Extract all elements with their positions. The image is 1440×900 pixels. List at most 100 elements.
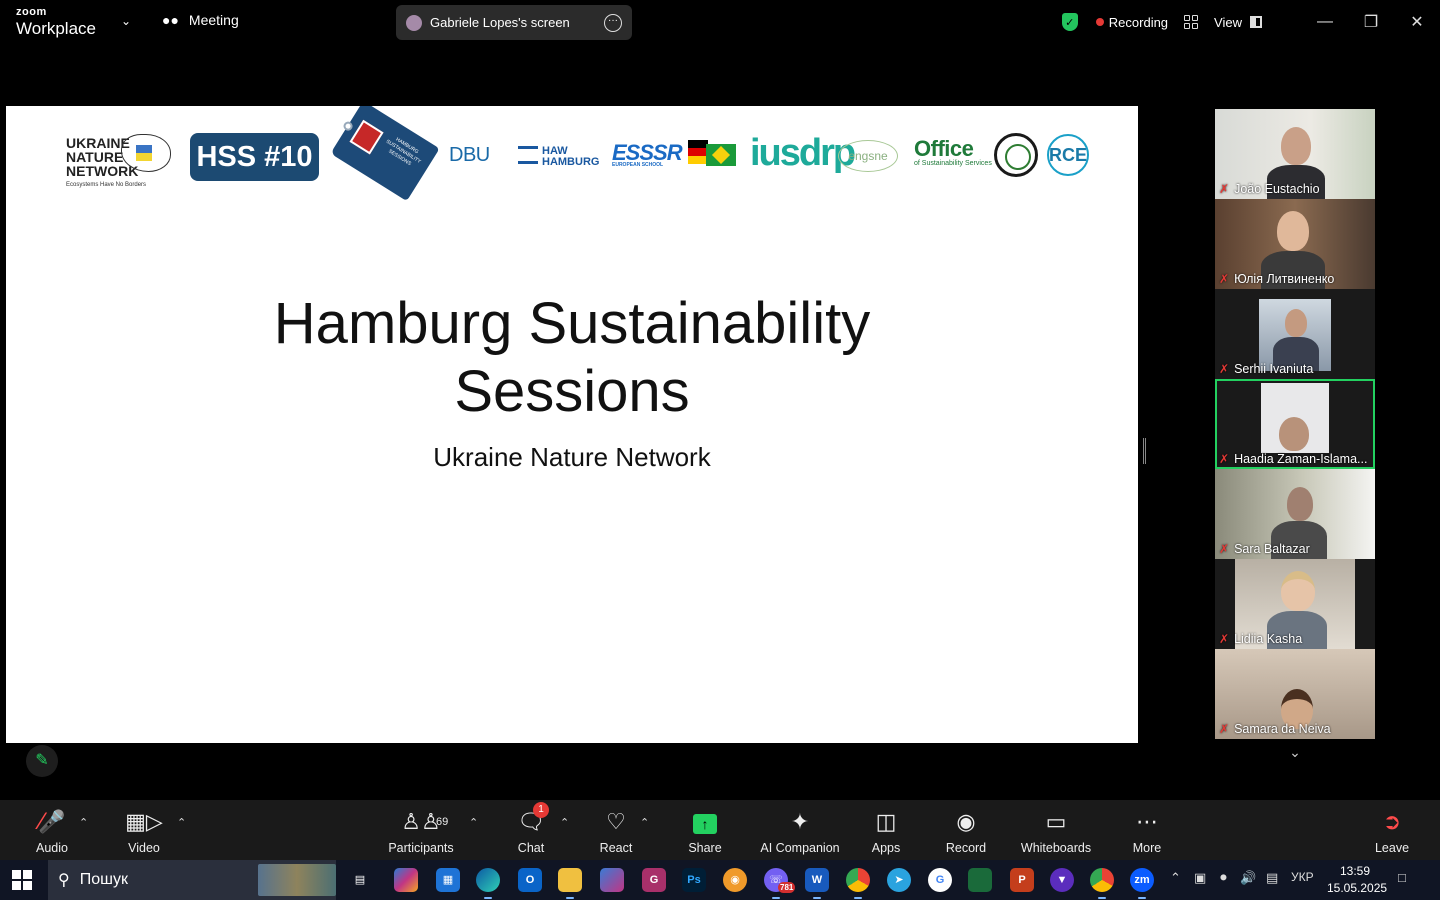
task-view-icon[interactable]: ▤ <box>348 868 372 892</box>
participant-name-label: Samara da Neiva <box>1234 722 1331 736</box>
powerpoint-icon[interactable]: P <box>1010 868 1034 892</box>
gallery-grid-icon[interactable] <box>1184 15 1199 29</box>
react-options-chevron-icon[interactable]: ⌃ <box>640 816 649 829</box>
rce-logo: RCE <box>1047 134 1089 176</box>
record-button[interactable]: ◉ Record <box>944 808 988 855</box>
participant-name: ✗ Serhii Ivaniuta <box>1219 362 1313 376</box>
microsoft-store-icon[interactable]: ▦ <box>436 868 460 892</box>
m365-icon[interactable] <box>600 868 624 892</box>
ai-companion-button[interactable]: ✦ AI Companion <box>760 808 840 855</box>
tag-text: HAMBURG SUSTAINABILITY SESSIONS <box>384 136 422 168</box>
mic-muted-icon: ✗ <box>1219 182 1230 196</box>
leave-button[interactable]: ➲ Leave <box>1374 808 1410 855</box>
share-label: Share <box>688 841 722 855</box>
person-head <box>1281 571 1315 611</box>
edge-browser-icon[interactable] <box>476 868 500 899</box>
view-layout-icon[interactable] <box>1250 16 1262 28</box>
participant-name: ✗ Haadia Zaman-Islama... <box>1219 452 1367 466</box>
search-highlight-image <box>258 864 336 896</box>
participants-options-chevron-icon[interactable]: ⌃ <box>469 816 478 829</box>
engsne-logo: engsne <box>838 140 898 172</box>
react-button[interactable]: ♡ React <box>598 808 634 855</box>
chrome-profile-icon[interactable] <box>1090 868 1114 899</box>
participant-name-label: Serhii Ivaniuta <box>1234 362 1314 376</box>
minimize-icon[interactable]: — <box>1302 13 1348 31</box>
copilot-icon[interactable] <box>394 868 418 892</box>
participant-name: ✗ Samara da Neiva <box>1219 722 1331 736</box>
annotate-pencil-icon[interactable]: ✎ <box>26 745 58 777</box>
record-icon: ◉ <box>956 809 976 834</box>
panel-splitter-handle[interactable] <box>1143 438 1146 464</box>
language-indicator[interactable]: УКР <box>1291 870 1314 884</box>
network-icon[interactable]: ▤ <box>1266 870 1278 886</box>
windows-start-icon[interactable] <box>12 870 32 890</box>
brand-small: zoom <box>16 6 47 18</box>
german-brazilian-flags-logo <box>688 140 736 170</box>
more-icon[interactable]: ··· <box>604 13 622 32</box>
participant-tile[interactable]: ✗ Юлія Литвиненко <box>1215 199 1375 289</box>
notifications-icon[interactable]: □ <box>1398 870 1406 885</box>
outlook-icon[interactable]: O <box>518 868 542 892</box>
share-button[interactable]: ↑ Share <box>687 808 723 855</box>
word-icon[interactable]: W <box>805 868 829 899</box>
tray-mic-icon[interactable]: ⚫ <box>1218 870 1229 886</box>
recording-label[interactable]: Recording <box>1109 15 1168 30</box>
tab-meeting[interactable]: ●● Meeting <box>162 12 239 28</box>
view-button[interactable]: View <box>1214 15 1242 30</box>
chrome-icon[interactable] <box>846 868 870 899</box>
close-icon[interactable]: ✕ <box>1394 12 1440 32</box>
haw-label: HAW HAMBURG <box>542 145 600 168</box>
tray-overflow-chevron-icon[interactable]: ⌃ <box>1170 870 1181 886</box>
chat-button[interactable]: 🗨 1 Chat <box>515 802 549 855</box>
leave-label: Leave <box>1374 841 1410 855</box>
video-camera-icon: ▦▷ <box>125 809 163 834</box>
chevron-down-icon[interactable]: ⌄ <box>121 14 131 28</box>
zoom-app-icon[interactable]: zm <box>1130 868 1154 899</box>
shared-screen-pill[interactable]: Gabriele Lopes's screen ··· <box>396 5 632 40</box>
google-icon[interactable]: G <box>928 868 952 892</box>
participant-tile-active-speaker[interactable]: ✗ Haadia Zaman-Islama... <box>1215 379 1375 469</box>
encryption-shield-icon[interactable]: ✓ <box>1061 13 1078 31</box>
photoshop-icon[interactable]: Ps <box>682 868 706 892</box>
telegram-icon[interactable]: ➤ <box>887 868 911 892</box>
audio-options-chevron-icon[interactable]: ⌃ <box>79 816 88 829</box>
participants-button[interactable]: ♙♙ 69 Participants <box>386 808 456 855</box>
app-icon[interactable] <box>968 868 992 892</box>
zoom-workplace-logo[interactable]: zoom Workplace <box>16 6 96 38</box>
mic-muted-icon: ✗ <box>1219 272 1230 286</box>
restore-icon[interactable]: ❐ <box>1348 12 1394 32</box>
more-dots-icon: ⋯ <box>1136 809 1158 834</box>
media-player-icon[interactable]: ◉ <box>723 868 747 892</box>
logo-strip: UKRAINE NATURE NETWORK Ecosystems Have N… <box>6 106 1138 216</box>
scroll-down-chevron-icon[interactable]: ⌄ <box>1258 744 1332 770</box>
slide-title-line-2: Sessions <box>454 359 690 424</box>
heart-icon: ♡ <box>606 809 626 834</box>
vpn-icon[interactable]: ▼ <box>1050 868 1074 892</box>
whiteboards-button[interactable]: ▭ Whiteboards <box>1020 808 1092 855</box>
participant-tile[interactable]: ✗ Sara Baltazar <box>1215 469 1375 559</box>
participant-tile[interactable]: ✗ Samara da Neiva <box>1215 649 1375 739</box>
pdf-app-icon[interactable]: G <box>642 868 666 892</box>
participant-tile[interactable]: ✗ Lidiia Kasha <box>1215 559 1375 649</box>
taskbar-search-input[interactable]: ⚲ Пошук <box>48 860 336 900</box>
volume-icon[interactable]: 🔊 <box>1240 870 1256 886</box>
video-options-chevron-icon[interactable]: ⌃ <box>177 816 186 829</box>
file-explorer-icon[interactable] <box>558 868 582 899</box>
apps-button[interactable]: ◫ Apps <box>868 808 904 855</box>
mic-muted-icon: ✗ <box>1219 632 1230 646</box>
participants-count: 69 <box>436 816 449 828</box>
participant-tile[interactable]: ✗ João Eustachio <box>1215 109 1375 199</box>
viber-icon[interactable]: ☏ 781 <box>764 868 796 899</box>
share-screen-icon: ↑ <box>687 808 723 836</box>
shared-screen[interactable]: UKRAINE NATURE NETWORK Ecosystems Have N… <box>6 106 1138 743</box>
taskbar-clock[interactable]: 13:59 15.05.2025 <box>1327 863 1387 897</box>
apps-label: Apps <box>871 841 901 855</box>
participant-tile[interactable]: ✗ Serhii Ivaniuta <box>1215 289 1375 379</box>
more-button[interactable]: ⋯ More <box>1128 808 1166 855</box>
hss-tag-logo: HAMBURG SUSTAINABILITY SESSIONS <box>330 106 440 202</box>
chat-options-chevron-icon[interactable]: ⌃ <box>560 816 569 829</box>
video-button[interactable]: ▦▷ Video <box>124 808 164 855</box>
audio-button[interactable]: 🎤 ∕ Audio <box>32 808 72 855</box>
office-sustainability-logo: Office of Sustainability Services <box>914 138 992 168</box>
tray-camera-icon[interactable]: ▣ <box>1194 870 1206 886</box>
